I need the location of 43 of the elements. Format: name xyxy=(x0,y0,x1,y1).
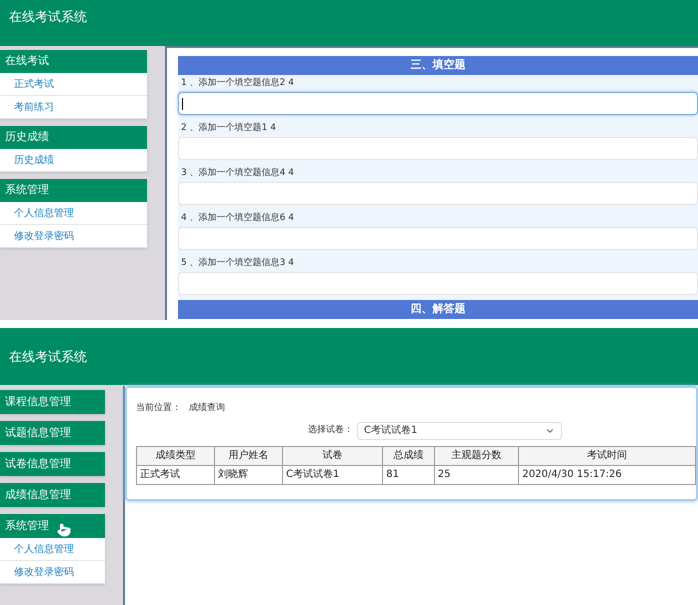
column-header: 考试时间 xyxy=(518,446,696,465)
section-header: 四、解答题 xyxy=(178,300,698,319)
sidebar-item[interactable]: 正式考试 xyxy=(0,73,147,96)
sidebar-group-header[interactable]: 试题信息管理 xyxy=(0,421,105,445)
sidebar-item[interactable]: 修改登录密码 xyxy=(0,225,147,248)
sidebar-group-header[interactable]: 试卷信息管理 xyxy=(0,452,105,476)
sidebar-group-header[interactable]: 系统管理 xyxy=(0,179,147,202)
pointer-cursor-icon xyxy=(57,523,71,537)
app-header: 在线考试系统 xyxy=(0,328,698,385)
question-text: 5 、添加一个填空题信息3 4 xyxy=(180,257,295,269)
breadcrumb-text: 成绩查询 xyxy=(189,402,225,415)
breadcrumb-label: 当前位置： xyxy=(136,402,181,415)
sidebar-item[interactable]: 修改登录密码 xyxy=(0,561,105,584)
answer-field[interactable] xyxy=(178,92,698,115)
table-cell: 25 xyxy=(434,465,519,484)
question-text: 3 、添加一个填空题信息4 4 xyxy=(180,167,295,179)
column-header: 主观题分数 xyxy=(434,446,519,465)
sidebar-group-header[interactable]: 在线考试 xyxy=(0,50,147,73)
sidebar-item[interactable]: 个人信息管理 xyxy=(0,202,147,225)
sidebar-item[interactable]: 历史成绩 xyxy=(0,149,147,172)
text-caret-icon xyxy=(182,98,183,110)
sidebar-group-header[interactable]: 课程信息管理 xyxy=(0,390,105,414)
table-cell: C考试试卷1 xyxy=(282,465,383,484)
sidebar-group-header[interactable]: 系统管理 xyxy=(0,514,105,538)
question-text: 4 、添加一个填空题信息6 4 xyxy=(180,212,295,224)
sidebar-item[interactable]: 个人信息管理 xyxy=(0,538,105,561)
question-text: 1 、添加一个填空题信息2 4 xyxy=(180,77,295,89)
sidebar-item[interactable]: 考前练习 xyxy=(0,96,147,119)
column-header: 成绩类型 xyxy=(136,446,215,465)
select-label: 选择试卷： xyxy=(308,424,353,437)
section-header: 三、填空题 xyxy=(178,56,698,75)
table-cell: 刘晓辉 xyxy=(214,465,283,484)
table-cell: 2020/4/30 15:17:26 xyxy=(518,465,696,484)
table-cell: 正式考试 xyxy=(136,465,215,484)
column-header: 试卷 xyxy=(282,446,383,465)
paper-select[interactable]: C考试试卷1 xyxy=(357,422,562,440)
question-text: 2 、添加一个填空题1 4 xyxy=(180,122,277,134)
sidebar-group-header[interactable]: 成绩信息管理 xyxy=(0,483,105,507)
column-header: 用户姓名 xyxy=(214,446,283,465)
column-header: 总成绩 xyxy=(382,446,434,465)
sidebar-group-header[interactable]: 历史成绩 xyxy=(0,126,147,149)
app-header: 在线考试系统 xyxy=(0,0,698,46)
table-cell: 81 xyxy=(382,465,434,484)
